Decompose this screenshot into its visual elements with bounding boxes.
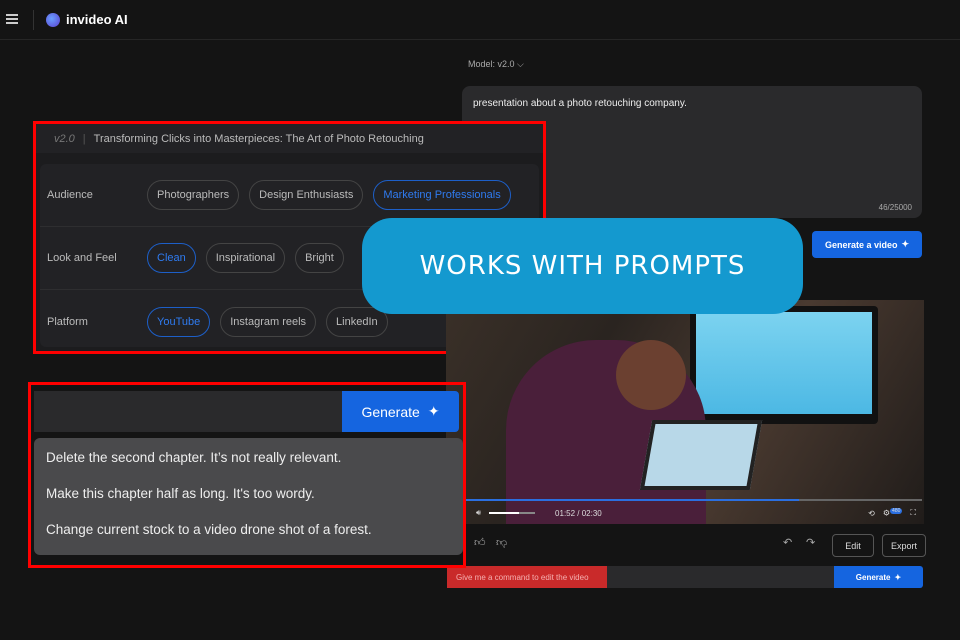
video-player[interactable]: 🔊︎ 01:52 / 02:30 ⟲ ⚙ 480 ⛶ xyxy=(446,300,924,524)
prompt-text: presentation about a photo retouching co… xyxy=(473,98,687,109)
fullscreen-icon[interactable]: ⛶ xyxy=(910,508,916,518)
generate-label: Generate xyxy=(361,403,420,420)
sparkle-icon: ✦ xyxy=(901,239,910,249)
video-title: Transforming Clicks into Masterpieces: T… xyxy=(93,132,424,145)
promo-banner: WORKS WITH PROMPTS xyxy=(362,218,803,314)
generate-label: Generate xyxy=(855,572,891,582)
thumbs-up-icon[interactable]: 👍︎ xyxy=(474,536,486,549)
card-header: v2.0 | Transforming Clicks into Masterpie… xyxy=(36,124,543,153)
suggestion-item[interactable]: Make this chapter half as long. It's too… xyxy=(46,486,451,522)
video-progress-bar[interactable] xyxy=(466,499,922,501)
generate-video-button[interactable]: Generate a video ✦ xyxy=(812,231,922,258)
chip-selected[interactable]: Clean xyxy=(147,243,196,273)
char-count: 46/25000 xyxy=(878,203,912,212)
edit-command-input[interactable] xyxy=(34,391,344,432)
hamburger-menu-icon[interactable] xyxy=(6,14,18,26)
video-controls: 🔊︎ 01:52 / 02:30 ⟲ ⚙ 480 ⛶ xyxy=(446,502,924,524)
command-placeholder: Give me a command to edit the video xyxy=(447,566,607,588)
chip[interactable]: Inspirational xyxy=(205,243,286,273)
video-time: 01:52 / 02:30 xyxy=(555,508,602,518)
row-label: Look and Feel xyxy=(47,252,117,264)
command-input[interactable]: Give me a command to edit the video Gene… xyxy=(447,566,923,588)
chip[interactable]: Instagram reels xyxy=(220,306,317,337)
chip[interactable]: Photographers xyxy=(147,180,240,210)
volume-slider[interactable] xyxy=(489,512,536,514)
sparkle-icon: ✦ xyxy=(427,403,440,419)
invideo-logo-icon xyxy=(46,13,60,27)
row-label: Audience xyxy=(47,189,93,201)
brand-name: invideo AI xyxy=(66,12,128,27)
export-button[interactable]: Export xyxy=(882,534,926,557)
chip[interactable]: Bright xyxy=(295,243,344,273)
suggestion-list: Delete the second chapter. It’s not real… xyxy=(34,438,463,555)
chip[interactable]: Design Enthusiasts xyxy=(249,180,364,210)
row-label: Platform xyxy=(47,315,88,328)
settings-icon[interactable]: ⚙ 480 xyxy=(883,508,903,518)
redo-icon[interactable]: ↷ xyxy=(806,536,815,549)
model-selector[interactable]: Model: v2.0 ⌵ xyxy=(468,59,524,70)
version-label: v2.0 xyxy=(54,132,75,145)
monitor-image xyxy=(690,306,878,424)
chip-selected[interactable]: Marketing Professionals xyxy=(373,180,511,210)
edit-button[interactable]: Edit xyxy=(832,534,874,557)
tablet-image xyxy=(639,420,763,490)
chip-selected[interactable]: YouTube xyxy=(147,306,211,337)
undo-icon[interactable]: ↶ xyxy=(783,536,792,549)
generate-button[interactable]: Generate ✦ xyxy=(834,566,923,588)
volume-icon[interactable]: 🔊︎ xyxy=(476,508,481,518)
edit-command-panel: Generate ✦ Delete the second chapter. It’… xyxy=(28,382,466,568)
quality-badge: 480 xyxy=(890,508,903,515)
loop-icon[interactable]: ⟲ xyxy=(868,509,875,518)
sparkle-icon: ✦ xyxy=(894,572,902,582)
suggestion-item[interactable]: Delete the second chapter. It’s not real… xyxy=(46,450,451,486)
divider xyxy=(33,10,34,30)
thumbs-down-icon[interactable]: 👎︎ xyxy=(496,536,507,549)
suggestion-item[interactable]: Change current stock to a video drone sh… xyxy=(46,522,451,558)
video-actions: 👍︎ 👎︎ ↶ ↷ Edit Export xyxy=(446,532,926,560)
top-bar: invideo AI xyxy=(0,0,960,40)
edit-generate-button[interactable]: Generate ✦ xyxy=(342,391,459,432)
generate-video-label: Generate a video xyxy=(824,239,898,250)
